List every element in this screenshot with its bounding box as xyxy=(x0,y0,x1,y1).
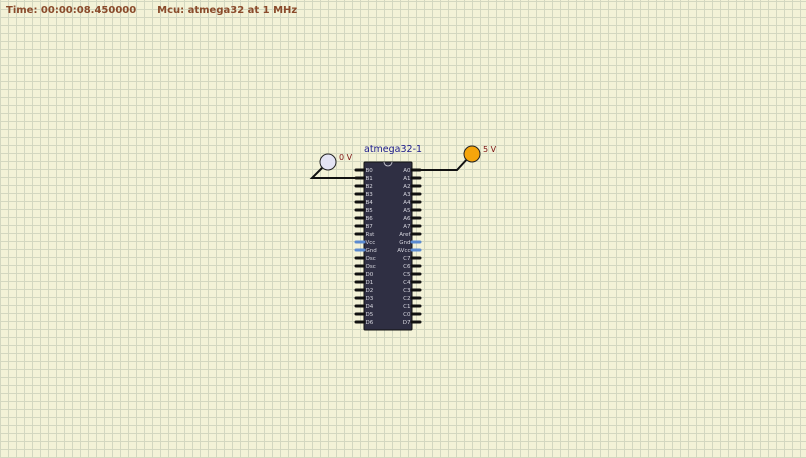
pin-label-right: C2 xyxy=(403,296,410,302)
pin-label-right: A1 xyxy=(403,176,410,182)
pin-label-right: A6 xyxy=(403,216,411,222)
pin-label-right: Gnd xyxy=(399,240,410,246)
pin-label-left: Rst xyxy=(366,232,376,238)
pin-label-right: A2 xyxy=(403,184,410,190)
pin-label-right: C3 xyxy=(403,288,411,294)
pin-label-left: D4 xyxy=(366,304,374,310)
probe-left-indicator[interactable] xyxy=(319,153,337,171)
pin-label-right: C0 xyxy=(403,312,411,318)
pin-label-left: B4 xyxy=(366,200,374,206)
pin-label-right: Aref xyxy=(399,232,411,238)
pin-label-right: C5 xyxy=(403,272,411,278)
pin-label-left: Osc xyxy=(366,264,376,270)
pin-label-left: B0 xyxy=(366,168,374,174)
atmega32-chip[interactable]: B0 B1 B2 B3 B4 B5 B6 B7 Rst Vcc Gnd Osc Osc D0 D1 D2 D3 D… xyxy=(354,161,422,331)
pin-label-right: C7 xyxy=(403,256,411,262)
probe-right-indicator[interactable] xyxy=(463,145,481,163)
pin-label-left: D2 xyxy=(366,288,374,294)
pin-label-left: Osc xyxy=(366,256,376,262)
pin-label-right: C1 xyxy=(403,304,410,310)
probe-left-label: 0 V xyxy=(339,153,353,162)
pin-label-left: B1 xyxy=(366,176,373,182)
pin-label-right: C6 xyxy=(403,264,411,270)
pin-label-left: B5 xyxy=(366,208,374,214)
pin-label-left: Vcc xyxy=(366,240,376,246)
pin-label-left: D3 xyxy=(366,296,374,302)
pin-label-right: A4 xyxy=(403,200,411,206)
pin-label-left: D1 xyxy=(366,280,374,286)
wire-probe-right[interactable] xyxy=(420,156,470,171)
probe-right[interactable]: 5 V xyxy=(463,145,497,163)
pin-label-right: A7 xyxy=(403,224,411,230)
pin-label-right: C4 xyxy=(403,280,411,286)
pin-label-right: D7 xyxy=(403,320,411,326)
pin-label-right: AVcc xyxy=(397,248,410,254)
pin-label-left: B7 xyxy=(366,224,374,230)
probe-left[interactable]: 0 V xyxy=(319,153,353,171)
chip-title: atmega32-1 xyxy=(364,144,422,155)
pin-label-right: A3 xyxy=(403,192,411,198)
pin-label-left: D5 xyxy=(366,312,374,318)
pin-label-left: B6 xyxy=(366,216,374,222)
pin-label-left: D0 xyxy=(366,272,374,278)
circuit-canvas[interactable]: atmega32-1 B0 B1 B2 B3 B4 B5 B6 B7 Rst Vcc Gnd Osc O… xyxy=(0,0,806,458)
pin-label-left: B3 xyxy=(366,192,374,198)
pin-label-right: A5 xyxy=(403,208,411,214)
probe-right-label: 5 V xyxy=(483,145,497,154)
pin-label-right: A0 xyxy=(403,168,411,174)
pin-label-left: B2 xyxy=(366,184,373,190)
pin-label-left: Gnd xyxy=(366,248,377,254)
pin-label-left: D6 xyxy=(366,320,374,326)
